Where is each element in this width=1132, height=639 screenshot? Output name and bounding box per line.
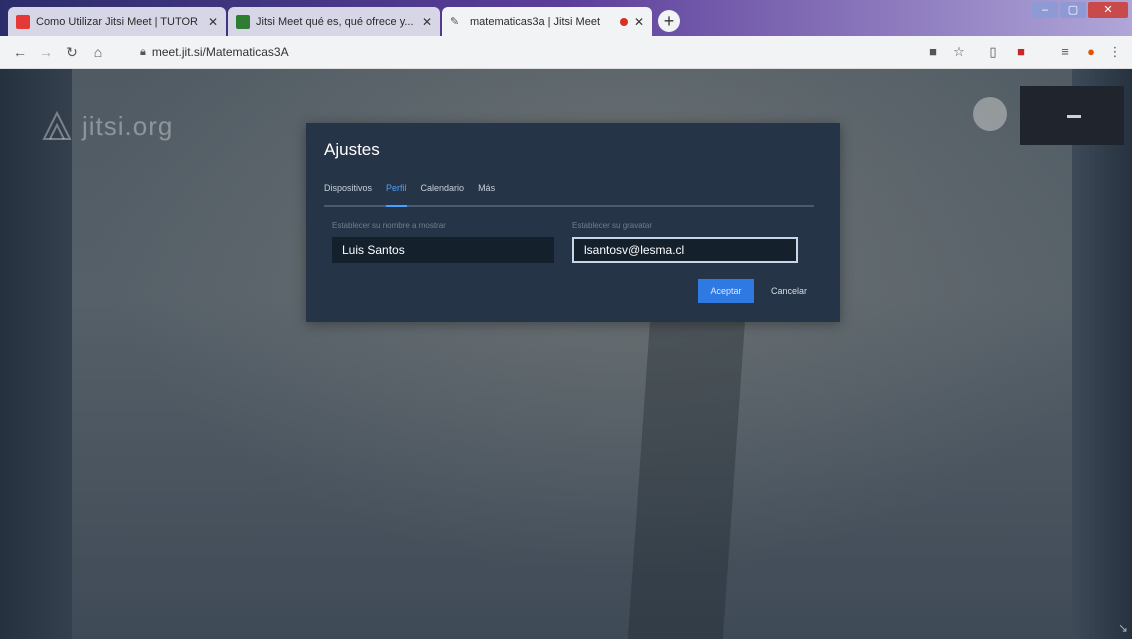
jitsi-logo-icon [42,110,72,140]
back-arrow-icon[interactable]: ← [10,42,30,62]
close-tab-icon[interactable]: ✕ [634,15,644,29]
tab-more[interactable]: Más [478,183,495,205]
local-video-thumbnail[interactable] [1020,86,1124,145]
wall-edge-right [1072,69,1132,639]
expand-arrow-icon[interactable]: ↘ [1118,621,1128,635]
close-window-button[interactable]: ✕ [1088,2,1128,18]
forward-arrow-icon[interactable]: → [36,42,56,62]
video-muted-bar [1067,115,1081,118]
browser-toolbar: ← → ↻ ⌂ 🔒︎ meet.jit.si/Matematicas3A ■ ☆… [0,36,1132,69]
reading-list-icon[interactable]: ≡ [1056,43,1074,61]
tab-title: matematicas3a | Jitsi Meet [470,15,601,28]
logo-text: jitsi.org [82,110,174,141]
tab-devices[interactable]: Dispositivos [324,183,372,205]
gravatar-email-label: Establecer su gravatar [572,221,653,230]
wall-edge-left [0,69,72,639]
extension-pdf-icon[interactable]: ■ [1012,43,1030,61]
browser-titlebar: Como Utilizar Jitsi Meet | TUTOR ✕ Jitsi… [0,0,1132,36]
url-text: meet.jit.si/Matematicas3A [151,45,289,59]
tab-profile[interactable]: Perfil [386,183,407,207]
window-controls: – ▢ ✕ [1032,2,1128,18]
browser-tab-1[interactable]: Como Utilizar Jitsi Meet | TUTOR ✕ [8,7,226,36]
extension-doc-icon[interactable]: ▯ [984,43,1002,61]
gravatar-email-input[interactable]: lsantosv@lesma.cl [572,237,798,263]
minimize-button[interactable]: – [1032,2,1058,18]
site-favicon-icon [236,14,250,29]
settings-tabs: Dispositivos Perfil Calendario Más [324,183,814,207]
profile-avatar-icon[interactable]: ● [1082,43,1100,61]
address-bar[interactable]: 🔒︎ meet.jit.si/Matematicas3A [140,40,900,64]
close-tab-icon[interactable]: ✕ [208,15,218,29]
bookmark-star-icon[interactable]: ☆ [950,43,968,61]
video-background-beam [627,289,748,639]
browser-tab-2[interactable]: Jitsi Meet qué es, qué ofrece y... ✕ [228,7,440,36]
dialog-title: Ajustes [324,140,380,159]
home-icon[interactable]: ⌂ [88,42,108,62]
maximize-button[interactable]: ▢ [1060,2,1086,18]
cancel-button[interactable]: Cancelar [764,279,814,303]
menu-kebab-icon[interactable]: ⋮ [1106,43,1124,61]
close-tab-icon[interactable]: ✕ [422,15,432,29]
new-tab-button[interactable]: + [658,10,680,32]
tab-title: Jitsi Meet qué es, qué ofrece y... [256,15,414,28]
settings-dialog: Ajustes Dispositivos Perfil Calendario M… [306,123,840,322]
display-name-label: Establecer su nombre a mostrar [332,221,446,230]
browser-tab-3-active[interactable]: ✎ matematicas3a | Jitsi Meet ✕ [442,7,652,36]
tab-calendar[interactable]: Calendario [421,183,465,205]
display-name-input[interactable]: Luis Santos [332,237,554,263]
youtube-favicon-icon [16,14,30,29]
accept-button[interactable]: Aceptar [698,279,754,303]
jitsi-watermark: jitsi.org [40,109,173,143]
reload-icon[interactable]: ↻ [62,42,82,62]
camera-permission-icon[interactable]: ■ [924,43,942,61]
tab-title: Como Utilizar Jitsi Meet | TUTOR [36,15,198,28]
participant-avatar[interactable] [973,97,1007,131]
lock-icon: 🔒︎ [140,45,146,58]
jitsi-favicon-icon: ✎ [450,15,460,28]
recording-indicator-icon [619,17,628,26]
